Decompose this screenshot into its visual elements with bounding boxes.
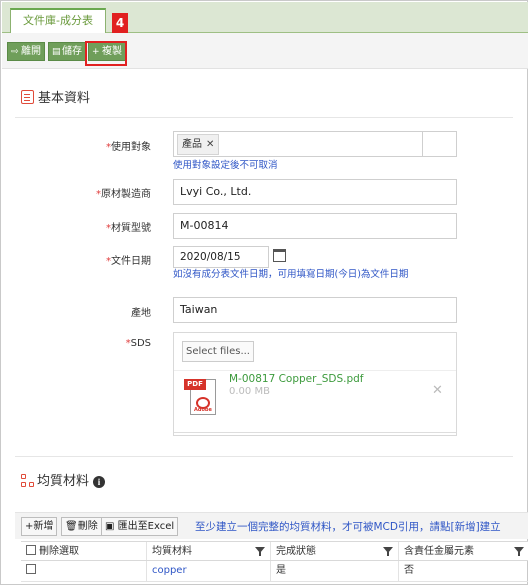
- homogeneous-section-title: 均質材料: [37, 474, 90, 489]
- basic-section-header: 基本資料: [21, 87, 90, 106]
- document-date-input[interactable]: 2020/08/15: [173, 246, 269, 268]
- exit-button[interactable]: ⇨ 離開: [7, 42, 45, 61]
- table-row: copper 是 否: [21, 561, 528, 582]
- sds-file-name[interactable]: M-00817 Copper_SDS.pdf: [229, 373, 363, 385]
- status-cell: 是: [271, 561, 399, 581]
- sds-upload: Select files... PDF Adobe M-00817 Copper…: [173, 332, 457, 436]
- divider: [174, 370, 456, 371]
- column-header-material[interactable]: 均質材料: [147, 542, 271, 560]
- homogeneous-note: 至少建立一個完整的均質材料，才可被MCD引用，請點[新增]建立: [195, 521, 501, 533]
- pdf-file-icon: PDF Adobe: [184, 377, 218, 417]
- usage-target-input[interactable]: [219, 131, 423, 157]
- material-no-input[interactable]: M-00814: [173, 213, 457, 239]
- material-link[interactable]: copper: [147, 561, 271, 581]
- pdf-badge: PDF: [184, 379, 206, 390]
- table-header: 刪除選取 均質材料 完成狀態 含責任金屬元素: [21, 541, 528, 561]
- tab-document-library-composition[interactable]: 文件庫-成分表: [10, 8, 106, 34]
- trash-icon: 🗑: [65, 521, 78, 532]
- filter-icon[interactable]: [255, 547, 265, 556]
- select-files-button[interactable]: Select files...: [182, 341, 254, 362]
- save-icon: ▤: [52, 47, 61, 57]
- filter-icon[interactable]: [383, 547, 393, 556]
- sds-label: *SDS: [125, 338, 151, 349]
- metal-cell: 否: [404, 565, 414, 576]
- row-checkbox[interactable]: [26, 564, 36, 574]
- export-excel-button[interactable]: ▣ 匯出至Excel: [101, 517, 179, 536]
- tree-icon: [21, 474, 35, 488]
- remove-file-icon[interactable]: ✕: [432, 383, 443, 398]
- divider: [15, 117, 513, 118]
- usage-target-hint: 使用對象設定後不可取消: [173, 160, 278, 171]
- exit-button-label: 離開: [21, 46, 41, 57]
- origin-label: 產地: [131, 308, 151, 319]
- manufacturer-label: *原材製造商: [96, 189, 151, 200]
- divider: [174, 432, 456, 433]
- homogeneous-section-header: 均質材料 i: [21, 470, 106, 489]
- grid-toolbar: +新增 🗑刪除 ▣ 匯出至Excel 至少建立一個完整的均質材料，才可被MCD引…: [15, 512, 528, 539]
- delete-button[interactable]: 🗑刪除: [61, 517, 102, 536]
- divider: [15, 456, 513, 457]
- copy-button-highlight: [85, 41, 127, 66]
- step-annotation-badge: 4: [112, 13, 128, 33]
- column-header-delete-select[interactable]: 刪除選取: [21, 542, 147, 560]
- material-no-label: *材質型號: [106, 223, 151, 234]
- usage-target-chip: 產品 ✕: [177, 134, 220, 155]
- usage-target-label: *使用對象: [106, 142, 151, 153]
- filter-icon[interactable]: [514, 547, 524, 556]
- app-frame: 文件庫-成分表 4 ⇨ 離開 ▤儲存 + 複製 基本資料 *使用對象 產品 ✕ 使用對…: [0, 0, 528, 585]
- calendar-icon[interactable]: [273, 249, 286, 262]
- excel-icon: ▣: [105, 521, 115, 532]
- origin-input[interactable]: Taiwan: [173, 297, 457, 323]
- document-date-hint: 如沒有成分表文件日期，可用填寫日期(今日)為文件日期: [173, 269, 409, 280]
- chip-remove-icon[interactable]: ✕: [206, 139, 214, 150]
- column-header-status[interactable]: 完成狀態: [271, 542, 399, 560]
- exit-icon: ⇨: [11, 47, 19, 57]
- column-header-metal[interactable]: 含責任金屬元素: [399, 542, 528, 560]
- info-icon[interactable]: i: [93, 476, 106, 488]
- add-button[interactable]: +新增: [21, 517, 58, 536]
- select-all-checkbox[interactable]: [26, 545, 36, 555]
- document-date-label: *文件日期: [106, 256, 151, 267]
- save-button-label: 儲存: [62, 46, 82, 57]
- sds-file-size: 0.00 MB: [229, 386, 270, 397]
- list-icon: [21, 90, 34, 104]
- adobe-logo-text: Adobe: [194, 407, 212, 413]
- manufacturer-input[interactable]: Lvyi Co., Ltd.: [173, 179, 457, 205]
- basic-section-title: 基本資料: [38, 91, 91, 106]
- tab-strip: 文件庫-成分表: [2, 2, 528, 34]
- toolbar: ⇨ 離開 ▤儲存 + 複製: [2, 33, 528, 69]
- save-button[interactable]: ▤儲存: [48, 42, 86, 61]
